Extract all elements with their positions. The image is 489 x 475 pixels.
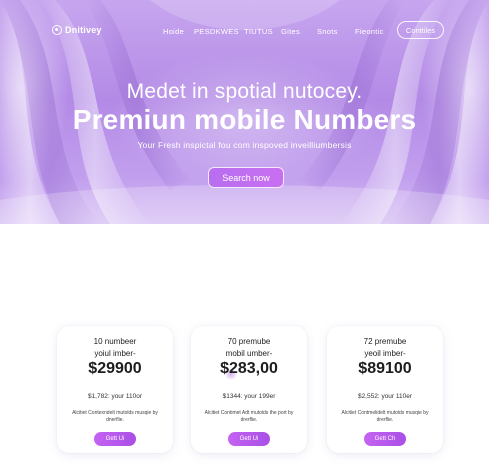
- search-now-button[interactable]: Search now: [208, 167, 284, 188]
- nav-link-fieontic[interactable]: Fieontic: [355, 27, 384, 36]
- get-plan-button[interactable]: Gett Ui: [228, 432, 270, 446]
- plan-title: 72 premube: [363, 337, 407, 346]
- plan-description: Alcitiet Contimet Adt mutolds the port b…: [204, 410, 294, 423]
- contact-button[interactable]: Conttiles: [397, 21, 444, 39]
- nav-link-home[interactable]: Hoide: [163, 27, 184, 36]
- get-plan-button[interactable]: Gett Ui: [94, 432, 136, 446]
- get-plan-button[interactable]: Gett Ch: [364, 432, 406, 446]
- plan-title: 10 numbeer: [93, 337, 137, 346]
- plan-description: Alcitiet Contexndelt mutolds musqie by d…: [72, 410, 158, 423]
- hero-headline: Premiun mobile Numbers: [72, 104, 417, 135]
- top-navigation: Dnitivey Hoide PESDKWES TIUTUS Gites Sno…: [0, 0, 489, 60]
- plan-subtitle: mobil umber-: [225, 349, 273, 358]
- pricing-card: 70 premube mobil umber- $283,00 $1344: y…: [191, 326, 307, 453]
- nav-link-snots[interactable]: Snots: [317, 27, 338, 36]
- plan-price: $29900: [88, 360, 142, 377]
- plan-price: $283,00: [220, 360, 278, 377]
- plan-description: Alcitiet Contmelidelt mutolds musqie by …: [341, 410, 429, 423]
- plan-monthly: $1,782: your 110or: [87, 393, 143, 400]
- pricing-card: 10 numbeer yoiul imber- $29900 $1,782: y…: [57, 326, 173, 453]
- plan-subtitle: yoiul imber-: [94, 349, 136, 358]
- hero-section: Dnitivey Hoide PESDKWES TIUTUS Gites Sno…: [0, 0, 489, 224]
- nav-link-services[interactable]: PESDKWES: [194, 27, 239, 36]
- nav-link-tutus[interactable]: TIUTUS: [244, 27, 273, 36]
- hero-eyebrow: Medet in spotial nutocey.: [126, 80, 363, 103]
- plan-price: $89100: [358, 360, 412, 377]
- pricing-card: 72 premube yeoil imber- $89100 $2,552: y…: [327, 326, 443, 453]
- plan-monthly: $2,552: your 110er: [357, 393, 413, 400]
- plan-monthly: $1344: your 199er: [222, 393, 276, 400]
- nav-link-sites[interactable]: Gites: [281, 27, 300, 36]
- hero-subline: Your Fresh inspictal fou com inspoved in…: [137, 140, 352, 150]
- plan-title: 70 premube: [227, 337, 271, 346]
- plan-subtitle: yeoil imber-: [364, 349, 406, 358]
